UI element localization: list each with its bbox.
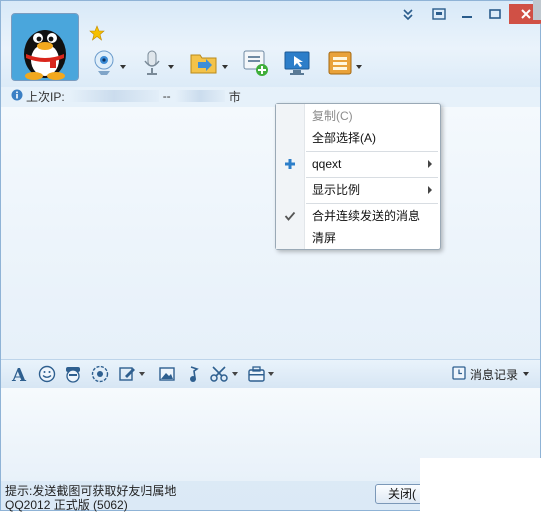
font-icon[interactable]: A — [9, 364, 29, 384]
remote-desktop-icon — [283, 49, 311, 80]
app-box-icon — [327, 49, 353, 80]
menu-item-zoom[interactable]: 显示比例 — [312, 180, 360, 200]
avatar[interactable] — [11, 13, 79, 81]
message-history-button[interactable]: 消息记录 — [452, 364, 530, 384]
window-controls — [425, 4, 541, 24]
menu-item-copy[interactable]: 复制(C) — [312, 106, 353, 126]
menu-separator — [306, 177, 438, 178]
star-icon[interactable] — [89, 25, 105, 41]
message-history-area[interactable] — [1, 107, 540, 359]
check-icon — [284, 210, 296, 225]
submenu-arrow-icon — [428, 160, 432, 168]
voice-call-tool[interactable] — [139, 47, 175, 81]
menu-gutter — [276, 104, 305, 249]
video-icon — [91, 49, 117, 80]
magic-icon[interactable] — [90, 364, 110, 384]
maximize-button[interactable] — [481, 4, 509, 24]
tip-text: 提示:发送截图可获取好友归属地 — [5, 484, 177, 498]
last-ip-label: 上次IP: — [26, 89, 65, 104]
ip-dash: -- — [162, 89, 171, 103]
menu-item-clear[interactable]: 清屏 — [312, 228, 336, 248]
menu-separator — [306, 151, 438, 152]
version-text: QQ2012 正式版 (5062) — [5, 498, 128, 512]
chevron-down-icon[interactable] — [167, 60, 175, 69]
edit-toolbar: A 消息记录 — [1, 359, 540, 389]
skin-dropdown-icon[interactable] — [401, 7, 415, 21]
chat-window: 上次IP: -- 市 A 消息记录 提示:发送截图可获取好友归属地 QQ2012… — [0, 0, 541, 512]
music-icon[interactable] — [183, 364, 203, 384]
chat-header — [1, 1, 541, 87]
video-call-tool[interactable] — [91, 47, 127, 81]
screenshot-icon[interactable] — [209, 364, 241, 384]
ip-blur — [68, 90, 159, 102]
ip-city: 市 — [228, 89, 241, 104]
ip-blur-2 — [174, 90, 225, 102]
info-icon — [11, 89, 23, 104]
chevron-down-icon[interactable] — [119, 60, 127, 69]
chevron-down-icon[interactable] — [355, 60, 363, 69]
chevron-down-icon — [522, 367, 530, 381]
submenu-arrow-icon — [428, 186, 432, 194]
overlay-blank — [420, 458, 541, 511]
image-icon[interactable] — [157, 364, 177, 384]
minimize-button[interactable] — [453, 4, 481, 24]
send-file-tool[interactable] — [189, 47, 229, 81]
menu-item-select-all[interactable]: 全部选择(A) — [312, 128, 376, 148]
window-edge — [533, 0, 541, 20]
menu-item-merge-messages[interactable]: 合并连续发送的消息 — [312, 206, 420, 226]
context-menu: 复制(C) 全部选择(A) qqext 显示比例 合并连续发送的消息 清屏 — [275, 103, 441, 250]
chevron-down-icon[interactable] — [221, 60, 229, 69]
app-box-tool[interactable] — [327, 47, 363, 81]
menu-separator — [306, 203, 438, 204]
add-app-icon — [241, 48, 269, 81]
skin-button[interactable] — [425, 4, 453, 24]
plus-icon — [284, 158, 296, 173]
add-app-tool[interactable] — [241, 47, 269, 81]
clock-icon — [452, 365, 466, 383]
last-ip-bar: 上次IP: -- 市 — [11, 87, 241, 105]
menu-item-qqext[interactable]: qqext — [312, 154, 341, 174]
remote-desktop-tool[interactable] — [283, 47, 311, 81]
mic-icon — [139, 49, 165, 80]
status-area: 提示:发送截图可获取好友归属地 QQ2012 正式版 (5062) — [5, 484, 176, 512]
folder-send-icon — [189, 49, 219, 80]
emoji-icon[interactable] — [37, 364, 57, 384]
face-icon[interactable] — [63, 364, 83, 384]
message-history-label: 消息记录 — [469, 367, 518, 382]
toolbox-icon[interactable] — [247, 364, 279, 384]
svg-text:A: A — [11, 365, 27, 383]
edit-icon[interactable] — [117, 364, 147, 384]
